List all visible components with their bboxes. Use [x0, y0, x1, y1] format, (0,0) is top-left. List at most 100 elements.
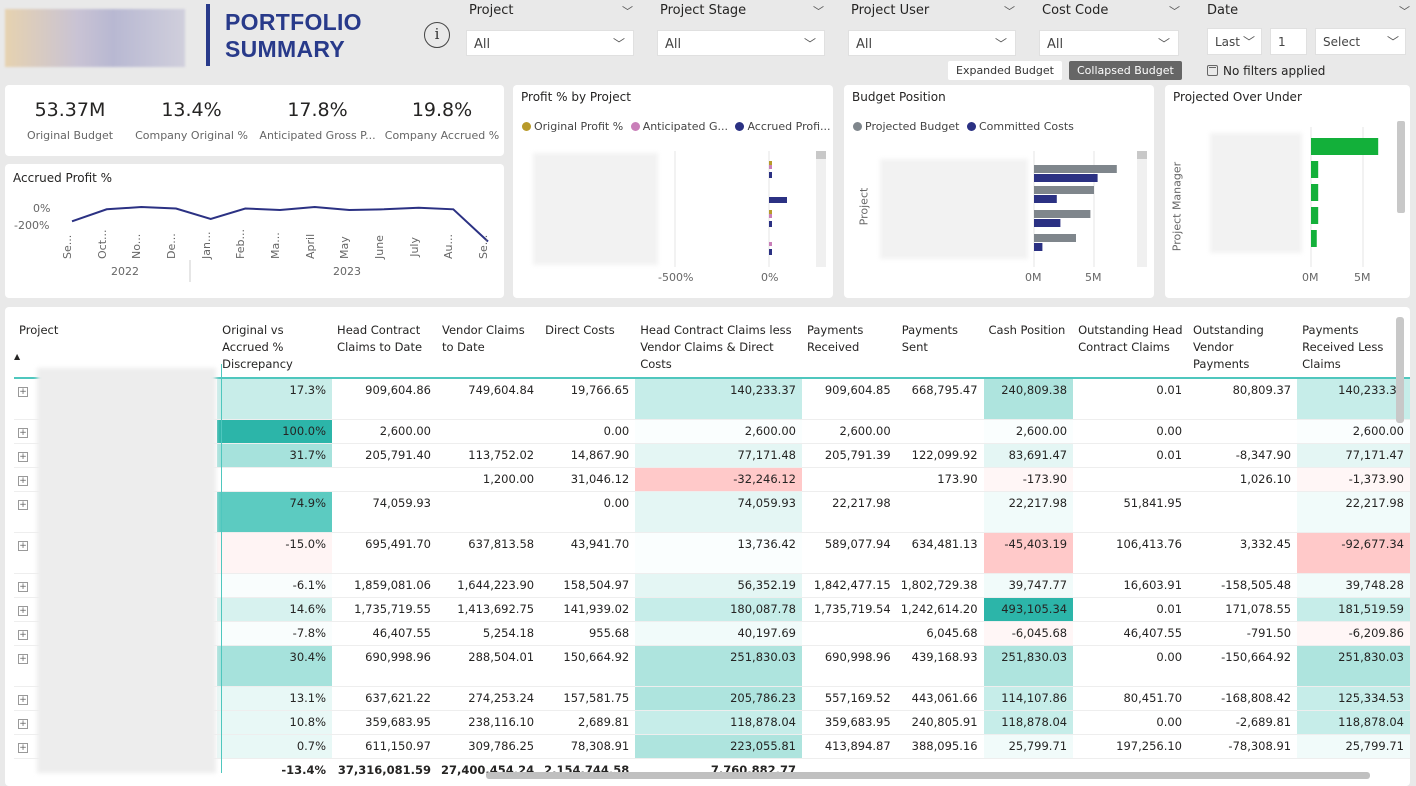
- x-tick: 5M: [1085, 271, 1102, 284]
- table-row[interactable]: + -7.8% 46,407.55 5,254.18 955.68 40,197.69 6,…: [14, 621, 1410, 646]
- x-tick: 0M: [1302, 271, 1319, 284]
- chevron-down-icon[interactable]: ﹀: [1169, 3, 1180, 19]
- column-header[interactable]: Head Contract Claims less Vendor Claims …: [635, 318, 802, 378]
- expanded-budget-button[interactable]: Expanded Budget: [948, 61, 1062, 80]
- chevron-down-icon[interactable]: ﹀: [1004, 3, 1015, 19]
- page-title: PORTFOLIO SUMMARY: [225, 9, 362, 63]
- chevron-down-icon: ﹀: [803, 37, 816, 51]
- column-header[interactable]: Outstanding Vendor Payments: [1188, 318, 1297, 378]
- expand-icon[interactable]: +: [18, 540, 28, 551]
- expand-icon[interactable]: +: [18, 427, 28, 438]
- slicer-project-dropdown[interactable]: All ﹀: [466, 30, 634, 56]
- table-row[interactable]: + -6.1% 1,859,081.06 1,644,223.90 158,504.97…: [14, 573, 1410, 598]
- date-unit-dropdown[interactable]: Select ﹀: [1315, 28, 1406, 55]
- table-cell: -6,209.86: [1297, 621, 1410, 646]
- chevron-down-icon[interactable]: ﹀: [1399, 3, 1410, 19]
- slicer-cost-code-dropdown[interactable]: All ﹀: [1039, 30, 1179, 56]
- budget-bar: [1034, 234, 1076, 242]
- expand-icon[interactable]: +: [18, 742, 28, 753]
- table-row[interactable]: +13.1% 637,621.22 274,253.24 157,581.75 205,…: [14, 686, 1410, 711]
- date-mode-dropdown[interactable]: Last ﹀: [1207, 28, 1262, 55]
- table-cell: 0.00: [540, 419, 636, 444]
- table-row[interactable]: +10.8% 359,683.95 238,116.10 2,689.81 118,87…: [14, 710, 1410, 735]
- table-cell: [1188, 491, 1298, 533]
- table-cell: [436, 419, 541, 444]
- chevron-down-icon: ﹀: [994, 37, 1007, 51]
- accrued-line-plot: [71, 205, 489, 282]
- column-header[interactable]: Payments Received Less Claims: [1297, 318, 1410, 378]
- table-cell: 1,413,692.75: [436, 597, 541, 622]
- table-cell: [217, 467, 333, 492]
- table-cell: -92,677.34: [1297, 532, 1410, 574]
- expand-icon[interactable]: +: [18, 451, 28, 462]
- table-cell: 695,491.70: [332, 532, 437, 574]
- table-row[interactable]: +74.9% 74,059.93 0.00 74,059.93 22,217.98 22,…: [14, 491, 1410, 533]
- expand-icon[interactable]: +: [18, 653, 28, 664]
- table-row[interactable]: +30.4% 690,998.96 288,504.01 150,664.92 251,…: [14, 645, 1410, 687]
- scrollbar-thumb[interactable]: [1137, 151, 1147, 159]
- table-cell: -8,347.90: [1188, 443, 1298, 468]
- table-body: +17.3% 909,604.86 749,604.84 19,766.65 140,2…: [14, 378, 1410, 782]
- month-label: Se...: [477, 234, 490, 259]
- table-cell: -173.90: [983, 467, 1074, 492]
- table-cell: 77,171.48: [635, 443, 802, 468]
- chevron-down-icon[interactable]: ﹀: [622, 3, 633, 19]
- column-header[interactable]: Cash Position: [984, 318, 1074, 378]
- column-header[interactable]: Vendor Claims to Date: [437, 318, 540, 378]
- expand-icon[interactable]: +: [18, 581, 28, 592]
- kpi-company-accrued: 19.8% Company Accrued %: [380, 99, 504, 142]
- expand-icon[interactable]: +: [18, 629, 28, 640]
- scrollbar-thumb[interactable]: [1397, 121, 1405, 213]
- table-cell: 140,233.36: [1297, 378, 1410, 420]
- chart-scrollbar[interactable]: [816, 151, 826, 267]
- column-header[interactable]: Payments Sent: [897, 318, 984, 378]
- table-cell: 51,841.95: [1073, 491, 1189, 533]
- table-cell: 197,256.10: [1073, 734, 1189, 759]
- vertical-scrollbar[interactable]: [1396, 317, 1404, 423]
- table-header-row: Project ▲ Original vs Accrued % Discrepanc…: [14, 318, 1410, 378]
- table-row[interactable]: +1,200.00 31,046.12 -32,246.12 173.90 -173.9…: [14, 467, 1410, 492]
- slicer-project-user-dropdown[interactable]: All ﹀: [848, 30, 1016, 56]
- budget-bar: [1034, 210, 1091, 218]
- column-header[interactable]: Direct Costs: [540, 318, 635, 378]
- accrued-profit-chart: Accrued Profit % 0% -200% Se... Oct... No.…: [5, 164, 504, 298]
- table-cell: 30.4%: [217, 645, 333, 687]
- horizontal-scrollbar[interactable]: [486, 772, 1370, 779]
- column-header[interactable]: Payments Received: [802, 318, 897, 378]
- expand-icon[interactable]: +: [18, 605, 28, 616]
- column-header[interactable]: Outstanding Head Contract Claims: [1073, 318, 1188, 378]
- expand-icon[interactable]: +: [18, 718, 28, 729]
- budget-bar: [1034, 195, 1057, 203]
- expand-icon[interactable]: +: [18, 694, 28, 705]
- chevron-down-icon[interactable]: ﹀: [813, 3, 824, 19]
- table-row[interactable]: +100.0% 2,600.00 0.00 2,600.00 2,600.00 2,600…: [14, 419, 1410, 444]
- chart-scrollbar[interactable]: [1137, 151, 1147, 267]
- table-row[interactable]: +14.6% 1,735,719.55 1,413,692.75 141,939.02…: [14, 597, 1410, 622]
- table-cell: 1,242,614.20: [896, 597, 984, 622]
- table-cell: 39,747.77: [983, 573, 1074, 598]
- table-cell: 46,407.55: [1073, 621, 1189, 646]
- table-cell: 2,600.00: [635, 419, 802, 444]
- column-header[interactable]: Head Contract Claims to Date: [332, 318, 437, 378]
- collapsed-budget-button[interactable]: Collapsed Budget: [1069, 61, 1182, 80]
- budget-bar: [1034, 219, 1061, 227]
- kpi-value: 13.4%: [161, 99, 222, 121]
- slicer-project-stage-dropdown[interactable]: All ﹀: [657, 30, 825, 56]
- table-row[interactable]: +31.7% 205,791.40 113,752.02 14,867.90 77,17…: [14, 443, 1410, 468]
- table-row[interactable]: +17.3% 909,604.86 749,604.84 19,766.65 140,2…: [14, 378, 1410, 420]
- expand-icon[interactable]: +: [18, 475, 28, 486]
- date-count-input[interactable]: 1: [1270, 28, 1307, 55]
- kpi-label: Company Original %: [135, 129, 248, 142]
- expand-icon[interactable]: +: [18, 387, 28, 397]
- scrollbar-thumb[interactable]: [816, 151, 826, 159]
- column-header[interactable]: Original vs Accrued % Discrepancy: [217, 318, 332, 378]
- info-icon[interactable]: i: [424, 22, 450, 48]
- table-cell: 83,691.47: [983, 443, 1074, 468]
- expand-icon[interactable]: +: [18, 499, 28, 510]
- filter-icon: [1207, 65, 1218, 76]
- table-cell: 0.00: [1073, 645, 1189, 687]
- sort-ascending-icon[interactable]: ▲: [14, 348, 20, 365]
- table-row[interactable]: + -15.0% 695,491.70 637,813.58 43,941.70 13,7…: [14, 532, 1410, 574]
- table-row[interactable]: +0.7% 611,150.97 309,786.25 78,308.91 223,05…: [14, 734, 1410, 759]
- kpi-original-budget: 53.37M Original Budget: [5, 99, 135, 142]
